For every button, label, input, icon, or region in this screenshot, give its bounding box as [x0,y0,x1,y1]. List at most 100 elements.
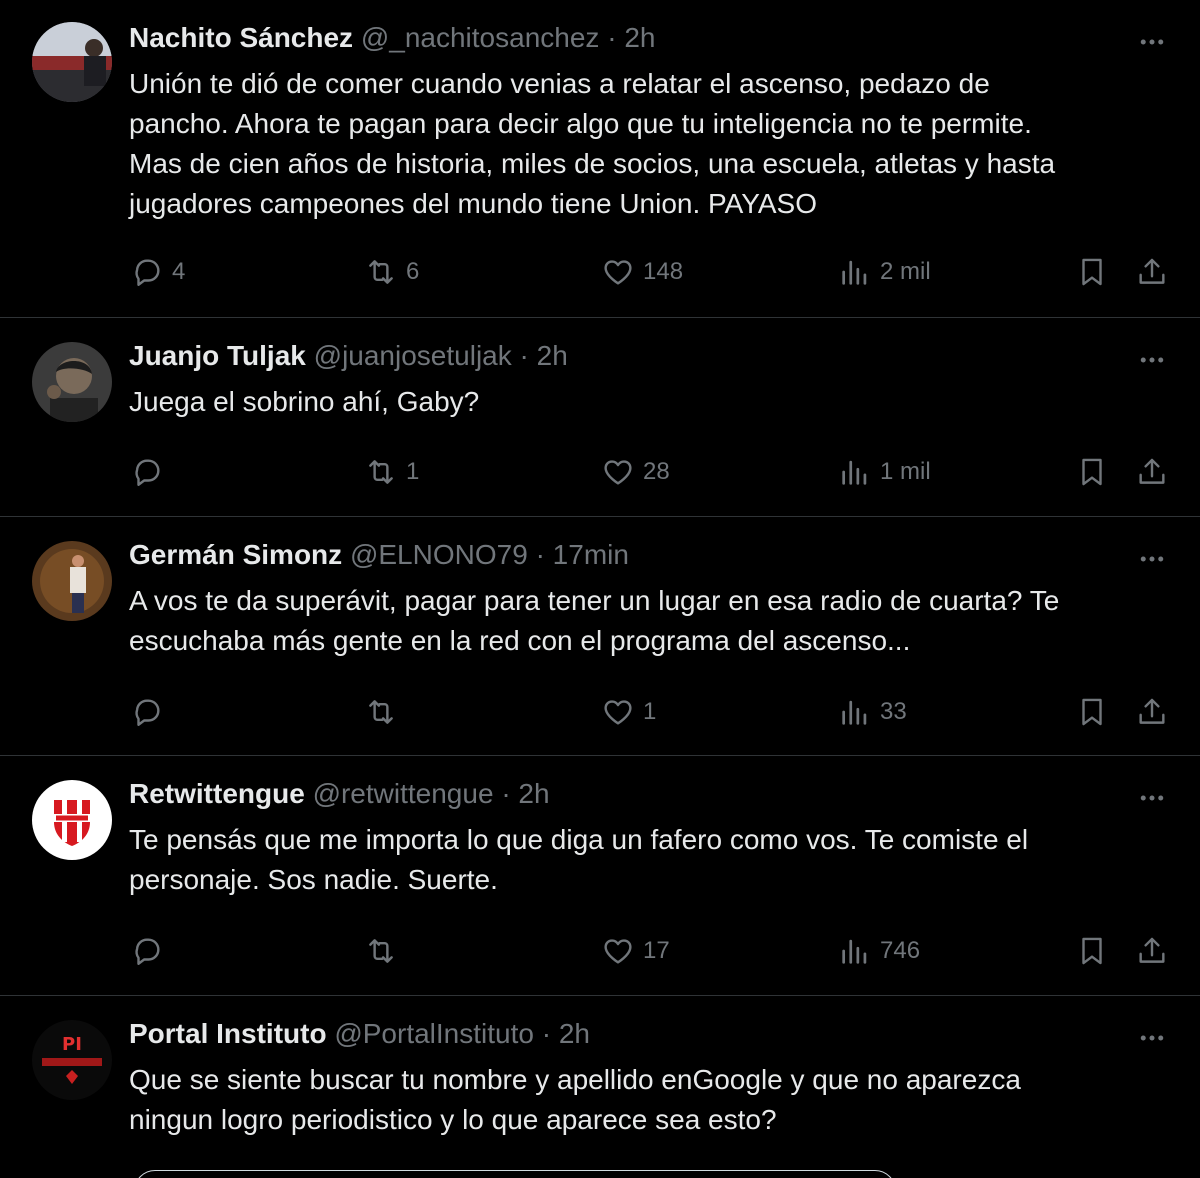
share-icon [1139,937,1165,963]
tweet-retwittengue[interactable]: Retwittengue @retwittengue · 2h Te pensá… [0,756,1200,996]
tweet-text: Unión te dió de comer cuando venias a re… [129,64,1174,224]
tweet-text-line: Mas de cien años de historia, miles de s… [129,148,1056,179]
timestamp[interactable]: 2h [624,22,655,53]
reply-count: 4 [172,258,186,285]
reply-button[interactable] [130,452,172,492]
tweet-header: Portal Instituto @PortalInstituto · 2h [129,1016,1120,1052]
avatar-juanjo-tuljak[interactable] [32,342,112,422]
author-name[interactable]: Retwittengue [129,778,305,809]
more-horizontal-icon [1140,357,1164,363]
retweet-icon [369,260,393,284]
reply-button[interactable] [130,692,172,732]
share-button[interactable] [1135,931,1169,971]
header-separator: · [535,539,545,570]
bookmark-button[interactable] [1075,931,1109,971]
views-icon [842,939,867,964]
tweet-text: A vos te da superávit, pagar para tener … [129,581,1174,661]
like-button[interactable]: 148 [601,252,683,292]
tweet-text-line: Que se siente buscar tu nombre y apellid… [129,1064,1021,1095]
retweet-button[interactable]: 1 [364,452,419,492]
avatar-nachito-sanchez[interactable] [32,22,112,102]
author-handle[interactable]: @juanjosetuljak [314,340,512,371]
tweet-header: Juanjo Tuljak @juanjosetuljak · 2h [129,338,1120,374]
reply-button[interactable] [130,931,172,971]
more-options-button[interactable] [1136,344,1168,376]
avatar-retwittengue[interactable] [32,780,112,860]
retweet-icon [369,460,393,484]
author-handle[interactable]: @_nachitosanchez [361,22,600,53]
like-button[interactable]: 17 [601,931,670,971]
bookmark-button[interactable] [1075,252,1109,292]
retweet-button[interactable] [364,931,406,971]
tweet-nachito-sanchez[interactable]: Nachito Sánchez @_nachitosanchez · 2h Un… [0,0,1200,318]
retweet-count: 6 [406,258,420,285]
action-bar: 17 746 [0,931,1200,971]
tweet-header: Germán Simonz @ELNONO79 · 17min [129,537,1120,573]
author-name[interactable]: Juanjo Tuljak [129,340,306,371]
timestamp[interactable]: 17min [553,539,629,570]
author-name[interactable]: Portal Instituto [129,1018,327,1049]
bookmark-icon [1082,698,1102,726]
retweet-button[interactable] [364,692,406,732]
author-handle[interactable]: @PortalInstituto [334,1018,534,1049]
tweet-text-line: ningun logro periodistico y lo que apare… [129,1104,777,1135]
author-handle[interactable]: @ELNONO79 [350,539,528,570]
reply-icon [135,938,160,965]
tweet-text-line: A vos te da superávit, pagar para tener … [129,585,1060,616]
like-button[interactable]: 1 [601,692,656,732]
more-horizontal-icon [1140,795,1164,801]
like-button[interactable]: 28 [601,452,670,492]
bookmark-button[interactable] [1075,692,1109,732]
reply-feed: Nachito Sánchez @_nachitosanchez · 2h Un… [0,0,1200,1178]
avatar-photo-person [32,541,112,621]
timestamp[interactable]: 2h [518,778,549,809]
tweet-portal-instituto[interactable]: PI Portal Instituto @PortalInstituto · 2… [0,996,1200,1178]
share-button[interactable] [1135,252,1169,292]
heart-icon [604,260,632,285]
tweet-text-line: Unión te dió de comer cuando venias a re… [129,68,990,99]
more-horizontal-icon [1140,39,1164,45]
tweet-header: Retwittengue @retwittengue · 2h [129,776,1120,812]
header-separator: · [541,1018,552,1049]
avatar-photo-stadium [32,22,112,102]
quoted-tweet-card[interactable] [134,1170,896,1178]
author-handle[interactable]: @retwittengue [313,778,494,809]
retweet-button[interactable]: 6 [364,252,419,292]
views-button[interactable]: 1 mil [838,452,931,492]
share-button[interactable] [1135,452,1169,492]
more-options-button[interactable] [1136,782,1168,814]
views-button[interactable]: 746 [838,931,920,971]
tweet-text-line: Te pensás que me importa lo que diga un … [129,824,1029,855]
tweet-text-line: escuchaba más gente en la red con el pro… [129,625,911,656]
views-button[interactable]: 2 mil [838,252,931,292]
more-options-button[interactable] [1136,1022,1168,1054]
like-count: 17 [643,937,670,964]
like-count: 28 [643,458,670,485]
timestamp[interactable]: 2h [559,1018,590,1049]
author-name[interactable]: Nachito Sánchez [129,22,353,53]
avatar-german-simonz[interactable] [32,541,112,621]
timestamp[interactable]: 2h [537,340,568,371]
avatar-logo-text: PI [62,1034,82,1055]
tweet-juanjo-tuljak[interactable]: Juanjo Tuljak @juanjosetuljak · 2h Juega… [0,318,1200,517]
action-bar: 4 6 148 2 mil [0,252,1200,292]
tweet-text: Te pensás que me importa lo que diga un … [129,820,1174,900]
author-name[interactable]: Germán Simonz [129,539,342,570]
share-button[interactable] [1135,692,1169,732]
reply-button[interactable]: 4 [130,252,185,292]
like-count: 1 [643,698,657,725]
views-button[interactable]: 33 [838,692,907,732]
action-bar: 1 33 [0,692,1200,732]
reply-icon [135,459,160,486]
header-separator: · [607,22,617,53]
views-icon [842,700,867,725]
tweet-german-simonz[interactable]: Germán Simonz @ELNONO79 · 17min A vos te… [0,517,1200,756]
retweet-count: 1 [406,458,420,485]
more-options-button[interactable] [1136,543,1168,575]
views-icon [842,260,867,285]
tweet-text-line: personaje. Sos nadie. Suerte. [129,864,498,895]
avatar-portal-instituto[interactable]: PI [32,1020,112,1100]
bookmark-button[interactable] [1075,452,1109,492]
action-bar: 1 28 1 mil [0,452,1200,492]
more-options-button[interactable] [1136,26,1168,58]
